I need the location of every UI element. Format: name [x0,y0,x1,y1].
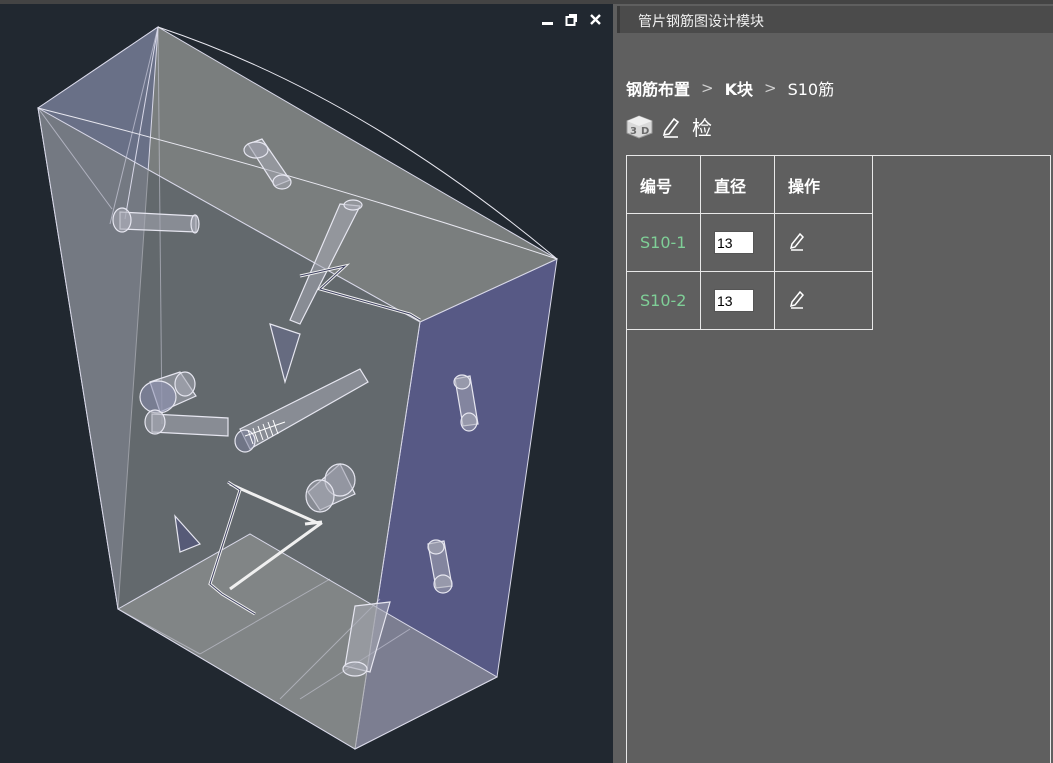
action-cell [774,271,873,330]
check-button[interactable]: 检 [692,112,712,141]
restore-icon[interactable] [564,12,579,27]
diameter-input[interactable] [714,289,754,312]
breadcrumb-item-rebar-layout[interactable]: 钢筋布置 [626,76,690,100]
diameter-cell [700,213,775,272]
panel-toolbar: 3 D 检 [626,112,712,141]
diameter-input[interactable] [714,231,754,254]
column-header-diameter: 直径 [700,155,775,214]
table-row: S10-1 [626,213,873,272]
column-header-action: 操作 [774,155,873,214]
breadcrumb-separator: > [701,79,714,97]
table-row: S10-2 [626,271,873,330]
panel-title: 管片钢筋图设计模块 [638,14,764,30]
breadcrumb: 钢筋布置 > K块 > S10筋 [626,76,834,100]
rebar-design-panel: 管片钢筋图设计模块 钢筋布置 > K块 > S10筋 3 D 检 编号 直径 操… [613,4,1053,763]
svg-text:D: D [641,126,649,137]
pencil-icon[interactable] [788,231,806,251]
minimize-icon[interactable] [540,12,555,27]
pencil-icon[interactable] [661,116,681,138]
breadcrumb-separator: > [764,79,777,97]
3d-cube-icon[interactable]: 3 D [626,114,653,139]
svg-text:3: 3 [630,126,637,137]
diameter-cell [700,271,775,330]
cad-viewport[interactable] [0,4,613,763]
panel-titlebar: 管片钢筋图设计模块 [617,6,1053,33]
breadcrumb-item-s10: S10筋 [787,80,835,99]
action-cell [774,213,873,272]
rebar-code: S10-1 [626,213,701,272]
close-icon[interactable] [588,12,603,27]
table-header-row: 编号 直径 操作 [626,155,873,214]
rebar-table: 编号 直径 操作 S10-1 13 S10-2 13 [626,155,873,330]
viewport-window-controls [540,12,603,27]
rebar-code: S10-2 [626,271,701,330]
breadcrumb-item-k-block[interactable]: K块 [725,76,753,100]
pencil-icon[interactable] [788,289,806,309]
column-header-code: 编号 [626,155,701,214]
segment-3d-model[interactable] [0,4,613,763]
